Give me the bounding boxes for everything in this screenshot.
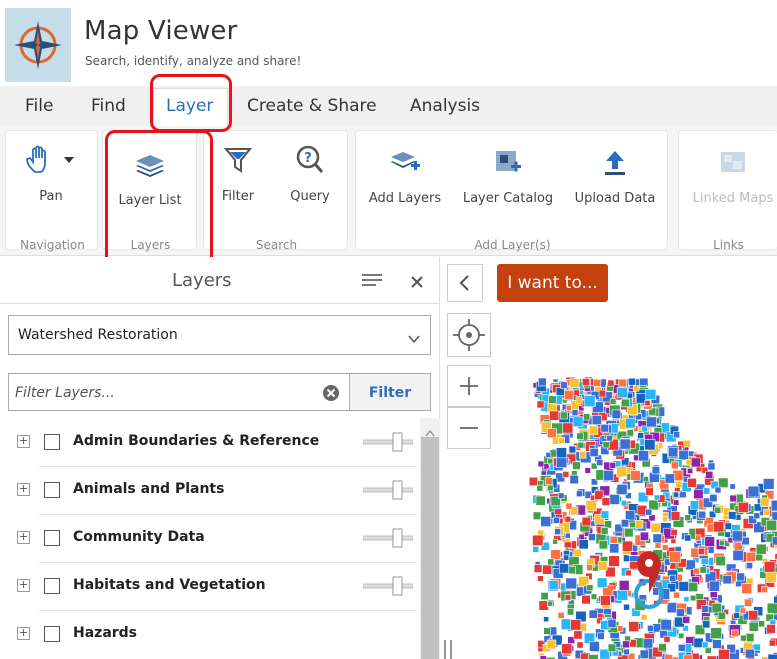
theme-select-value: Watershed Restoration <box>18 327 178 343</box>
crosshair-icon <box>453 319 485 351</box>
map-features-icon <box>528 376 777 659</box>
linked-maps-icon <box>685 149 777 181</box>
links-group: Linked Maps Links <box>678 130 777 252</box>
theme-select[interactable]: Watershed Restoration <box>8 315 431 355</box>
filter-button[interactable]: Filter <box>350 373 431 411</box>
highlight-layer-list <box>105 130 213 269</box>
tab-analysis[interactable]: Analysis <box>410 96 480 116</box>
linked-maps-label: Linked Maps <box>692 191 774 206</box>
filter-tool-label: Filter <box>221 189 255 204</box>
pan-button[interactable]: Pan <box>16 145 86 204</box>
tab-find[interactable]: Find <box>91 96 126 116</box>
resize-handle-icon[interactable] <box>444 640 452 659</box>
layer-catalog-label: Layer Catalog <box>462 191 554 206</box>
app-header: Map Viewer Search, identify, analyze and… <box>0 0 777 86</box>
search-group-label: Search <box>255 238 298 252</box>
chevron-down-icon <box>408 329 420 348</box>
plus-icon <box>460 377 478 395</box>
highlight-layer-tab <box>150 74 232 132</box>
panel-close-icon[interactable] <box>410 274 424 293</box>
upload-data-label: Upload Data <box>574 191 656 206</box>
expand-plus-icon[interactable]: + <box>17 627 30 640</box>
svg-text:?: ? <box>304 151 312 166</box>
query-label: Query <box>290 189 330 204</box>
layer-row[interactable]: + Community Data <box>0 514 420 562</box>
search-group: Filter ? Query Search <box>203 130 348 252</box>
tab-file[interactable]: File <box>25 96 53 116</box>
add-layers-group-label: Add Layer(s) <box>474 238 551 252</box>
tab-create-share[interactable]: Create & Share <box>247 96 377 116</box>
layer-row[interactable]: + Animals and Plants <box>0 466 420 514</box>
locate-button[interactable] <box>447 313 491 357</box>
app-subtitle: Search, identify, analyze and share! <box>85 54 302 68</box>
opacity-slider[interactable] <box>362 431 414 453</box>
layer-label: Habitats and Vegetation <box>73 577 266 593</box>
collapse-panel-button[interactable] <box>447 264 483 302</box>
panel-title: Layers <box>172 270 232 291</box>
layer-row[interactable]: + Admin Boundaries & Reference <box>0 418 420 466</box>
opacity-slider[interactable] <box>362 479 414 501</box>
expand-plus-icon[interactable]: + <box>17 579 30 592</box>
map-canvas[interactable] <box>441 257 777 659</box>
layer-label: Community Data <box>73 529 205 545</box>
zoom-in-button[interactable] <box>447 365 491 407</box>
filter-layers-input[interactable]: Filter Layers... <box>8 373 350 411</box>
layer-checkbox[interactable] <box>44 626 60 642</box>
expand-plus-icon[interactable]: + <box>17 531 30 544</box>
app-title: Map Viewer <box>84 16 238 46</box>
layer-catalog-button[interactable]: Layer Catalog <box>460 149 556 206</box>
layer-checkbox[interactable] <box>44 482 60 498</box>
expand-plus-icon[interactable]: + <box>17 435 30 448</box>
add-layers-label: Add Layers <box>368 191 442 206</box>
layer-label: Animals and Plants <box>73 481 225 497</box>
navigation-group: Pan Navigation <box>5 130 98 252</box>
opacity-slider[interactable] <box>362 575 414 597</box>
layer-checkbox[interactable] <box>44 578 60 594</box>
panel-menu-icon[interactable] <box>362 273 382 293</box>
navigation-group-label: Navigation <box>20 238 85 252</box>
linked-maps-button[interactable]: Linked Maps <box>685 149 777 206</box>
upload-icon <box>568 149 662 181</box>
links-group-label: Links <box>713 238 744 252</box>
scrollbar-thumb[interactable] <box>421 437 439 659</box>
layer-checkbox[interactable] <box>44 530 60 546</box>
add-layers-icon <box>364 149 446 181</box>
funnel-icon <box>214 145 262 179</box>
layer-row[interactable]: + Hazards <box>0 610 420 658</box>
i-want-to-button[interactable]: I want to... <box>497 264 608 302</box>
layer-label: Admin Boundaries & Reference <box>73 433 320 449</box>
add-layers-button[interactable]: Add Layers <box>364 149 446 206</box>
upload-data-button[interactable]: Upload Data <box>568 149 662 206</box>
layer-label: Hazards <box>73 625 138 641</box>
expand-plus-icon[interactable]: + <box>17 483 30 496</box>
add-layers-group: Add Layers Layer Catalog Upload Data Add… <box>355 130 668 252</box>
catalog-icon <box>460 149 556 181</box>
filter-tool-button[interactable]: Filter <box>214 145 262 204</box>
compass-logo-icon <box>5 8 71 82</box>
layer-checkbox[interactable] <box>44 434 60 450</box>
opacity-slider[interactable] <box>362 527 414 549</box>
chevron-left-icon <box>459 275 469 291</box>
query-button[interactable]: ? Query <box>282 145 338 204</box>
zoom-out-button[interactable] <box>447 407 491 449</box>
scroll-up-icon[interactable] <box>425 422 435 441</box>
pan-label: Pan <box>39 189 63 204</box>
panel-header-divider <box>0 303 440 304</box>
filter-layers-placeholder: Filter Layers... <box>15 385 115 401</box>
clear-filter-icon[interactable] <box>322 384 340 406</box>
layer-row[interactable]: + Habitats and Vegetation <box>0 562 420 610</box>
minus-icon <box>460 427 478 429</box>
hand-icon <box>16 145 86 179</box>
magnifier-question-icon: ? <box>282 145 338 179</box>
